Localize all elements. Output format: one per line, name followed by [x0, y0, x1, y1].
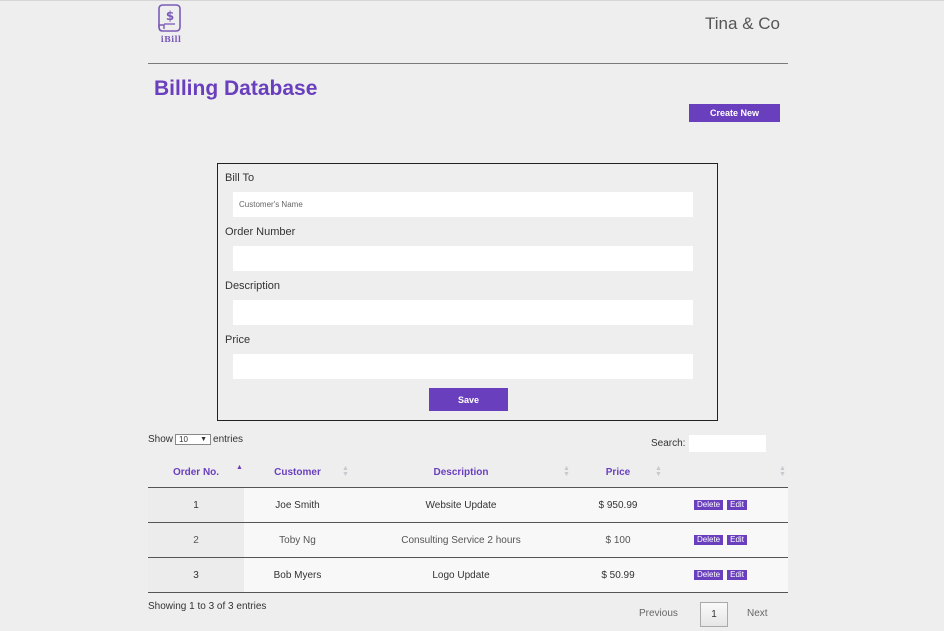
delete-button[interactable]: Delete: [694, 570, 724, 580]
column-header-customer[interactable]: Customer: [244, 458, 351, 487]
edit-button[interactable]: Edit: [727, 570, 747, 580]
column-header-label: Order No.: [172, 467, 220, 478]
price-label: Price: [225, 334, 251, 346]
order-number-label: Order Number: [225, 226, 296, 238]
caret-down-icon: ▼: [200, 436, 208, 443]
customer-cell: Joe Smith: [275, 499, 320, 511]
page-title: Billing Database: [154, 77, 318, 100]
column-header-label: Price: [605, 467, 631, 478]
sort-both-icon: ▲ ▼: [779, 465, 786, 478]
description-cell: Website Update: [425, 499, 497, 511]
table-row: 1 Joe Smith Website Update $ 950.99 Dele…: [148, 488, 788, 523]
price-cell: $ 950.99: [598, 499, 638, 511]
price-cell: $ 100: [605, 534, 631, 546]
description-label: Description: [225, 280, 281, 292]
ibill-logo[interactable]: $ iBill: [154, 3, 188, 47]
logo-text: iBill: [160, 34, 182, 44]
column-header-price[interactable]: Price: [571, 458, 665, 487]
price-input[interactable]: [233, 354, 693, 379]
table-info: Showing 1 to 3 of 3 entries: [148, 601, 267, 612]
column-header-label: Description: [433, 467, 489, 478]
description-input[interactable]: [233, 300, 693, 325]
table-row: 2 Toby Ng Consulting Service 2 hours $ 1…: [148, 523, 788, 558]
customer-cell: Toby Ng: [279, 534, 316, 546]
svg-text:$: $: [166, 9, 174, 23]
bill-icon: $: [158, 4, 181, 32]
search-input[interactable]: [689, 435, 767, 452]
column-header-description[interactable]: Description: [351, 458, 571, 487]
entries-label: entries: [213, 434, 244, 445]
order-number-cell: 3: [193, 569, 199, 581]
sort-both-icon: ▲ ▼: [342, 465, 349, 478]
company-name: Tina & Co: [705, 14, 780, 33]
create-new-button[interactable]: Create New: [689, 104, 780, 122]
edit-button[interactable]: Edit: [727, 500, 747, 510]
delete-button[interactable]: Delete: [694, 500, 724, 510]
pagination: Previous 1 Next: [628, 602, 788, 628]
save-button[interactable]: Save: [429, 388, 508, 411]
edit-button[interactable]: Edit: [727, 535, 747, 545]
customer-name-input[interactable]: [233, 192, 693, 217]
entries-value: 10: [179, 435, 188, 444]
price-cell: $ 50.99: [601, 569, 635, 581]
table-row: 3 Bob Myers Logo Update $ 50.99 Delete E…: [148, 558, 788, 593]
sort-both-icon: ▲ ▼: [563, 465, 570, 478]
column-header-order-no[interactable]: Order No.: [148, 458, 244, 487]
entries-length-control: Show 10 ▼ entries: [148, 434, 243, 445]
entries-select[interactable]: 10 ▼: [175, 434, 212, 445]
description-cell: Logo Update: [432, 569, 490, 581]
billing-form: Bill To Order Number Description Price S…: [217, 163, 718, 421]
search-label: Search:: [651, 438, 686, 449]
column-header-actions[interactable]: [665, 458, 788, 487]
previous-page-button[interactable]: Previous: [639, 608, 678, 619]
next-page-button[interactable]: Next: [747, 608, 768, 619]
order-number-input[interactable]: [233, 246, 693, 271]
bill-to-label: Bill To: [225, 172, 255, 184]
table-header: Order No. ▲ Customer ▲ ▼ Description ▲ ▼ P…: [148, 458, 788, 488]
column-header-label: Customer: [274, 467, 321, 478]
order-number-cell: 1: [193, 499, 199, 511]
billing-table: Order No. ▲ Customer ▲ ▼ Description ▲ ▼ P…: [148, 458, 788, 593]
page-1-button[interactable]: 1: [700, 602, 728, 627]
header-divider: [148, 63, 788, 64]
show-label: Show: [148, 434, 174, 445]
sort-both-icon: ▲ ▼: [655, 465, 662, 478]
delete-button[interactable]: Delete: [694, 535, 724, 545]
row-actions: Delete Edit: [694, 523, 747, 557]
table-search: Search:: [651, 435, 767, 452]
customer-cell: Bob Myers: [273, 569, 322, 581]
row-actions: Delete Edit: [694, 488, 747, 522]
sort-ascending-icon: ▲: [236, 464, 243, 471]
order-number-cell: 2: [193, 534, 199, 546]
description-cell: Consulting Service 2 hours: [401, 534, 521, 546]
row-actions: Delete Edit: [694, 558, 747, 592]
